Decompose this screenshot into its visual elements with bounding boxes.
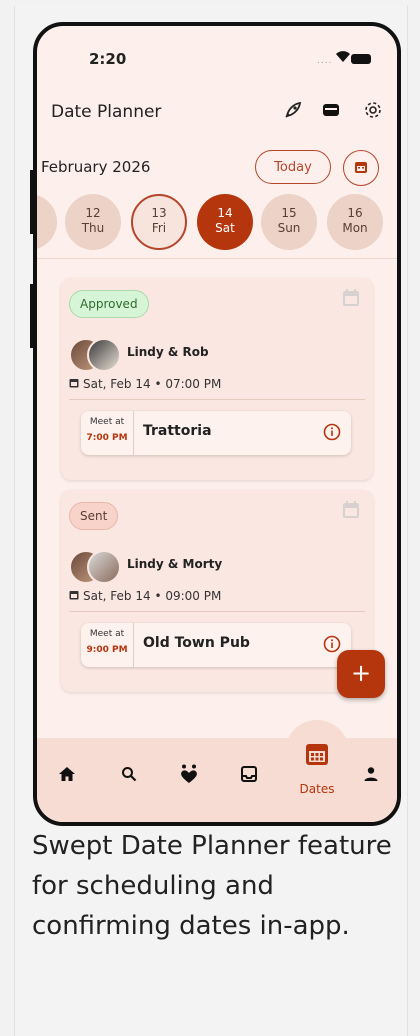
inbox-icon [240,765,258,787]
nav-dates-label[interactable]: Dates [287,782,347,796]
calendar-icon [69,377,79,391]
meet-time: 9:00 PM [86,645,128,655]
date-time: Sat, Feb 14 • 09:00 PM [69,589,221,603]
add-date-button[interactable]: + [337,650,385,698]
status-bar: 2:20 .... [37,26,397,86]
home-icon [58,766,76,786]
day-weekday: Sun [277,221,301,235]
nav-inbox[interactable] [235,764,263,788]
venue-row[interactable]: Meet at 7:00 PM Trattoria [81,411,351,455]
phone-screen: 2:20 .... Date Planner February 2026 Tod… [33,22,401,826]
add-to-calendar-icon[interactable] [341,288,361,312]
nav-matches[interactable] [175,764,203,788]
info-icon[interactable] [323,635,341,657]
date-time-text: Sat, Feb 14 • 07:00 PM [83,377,222,391]
day-weekday: Fri [151,221,167,235]
info-icon[interactable] [323,423,341,445]
date-time-text: Sat, Feb 14 • 09:00 PM [83,589,222,603]
screenshot-caption: Swept Date Planner feature for schedulin… [32,831,392,941]
nav-home[interactable] [53,764,81,788]
meet-label: Meet at [89,417,125,427]
day-chip-16[interactable]: 16 Mon [327,194,383,250]
wifi-icon [335,48,351,67]
status-badge: Approved [69,290,149,318]
day-weekday: Mon [342,221,368,235]
couple-avatars [69,548,121,584]
day-chip-14[interactable]: 14 Sat [197,194,253,250]
calendar-icon [69,589,79,603]
venue-name: Trattoria [143,423,212,439]
date-card[interactable]: Sent Lindy & Morty Sat, Feb 14 • 09:00 P… [61,490,373,692]
divider [133,623,134,667]
status-time: 2:20 [89,50,127,68]
nav-dates[interactable] [303,744,331,768]
signal-dots: .... [317,56,333,66]
date-time: Sat, Feb 14 • 07:00 PM [69,377,221,391]
battery-icon [351,54,371,64]
divider [37,258,397,259]
venue-row[interactable]: Meet at 9:00 PM Old Town Pub [81,623,351,667]
hearts-icon [178,763,200,789]
month-label: February 2026 [41,158,151,176]
bottom-nav: Dates [37,720,397,822]
gear-icon[interactable] [361,98,385,122]
day-weekday: Thu [81,221,105,235]
day-number: 13 [151,206,167,220]
divider [69,399,365,400]
couple-names: Lindy & Morty [127,557,223,571]
day-number: 12 [85,206,101,220]
day-number: 16 [347,206,363,220]
avatar [87,338,121,372]
dates-icon [304,741,330,771]
day-chip-15[interactable]: 15 Sun [261,194,317,250]
avatar [87,550,121,584]
venue-name: Old Town Pub [143,635,250,651]
day-weekday: Sat [215,221,235,235]
rocket-icon[interactable] [281,98,305,122]
nav-profile[interactable] [357,764,385,788]
calendar-picker-button[interactable] [343,150,379,186]
profile-icon [363,766,379,786]
add-to-calendar-icon[interactable] [341,500,361,524]
divider [133,411,134,455]
day-chip-partial[interactable] [37,194,57,250]
screenshot-frame: 2:20 .... Date Planner February 2026 Tod… [0,0,420,1036]
page-title: Date Planner [51,102,162,122]
divider [69,611,365,612]
day-chip-13[interactable]: 13 Fri [131,194,187,250]
couple-avatars [69,336,121,372]
nav-search[interactable] [115,764,143,788]
date-card[interactable]: Approved Lindy & Rob Sat, Feb 14 • 07:00… [61,278,373,480]
status-badge: Sent [69,502,119,530]
day-chip-12[interactable]: 12 Thu [65,194,121,250]
calendar-icon [354,159,368,178]
day-number: 14 [217,206,233,220]
search-icon [121,766,137,786]
wallet-icon[interactable] [319,98,343,122]
day-number: 15 [281,206,297,220]
meet-time: 7:00 PM [86,433,128,443]
meet-label: Meet at [89,629,125,639]
couple-names: Lindy & Rob [127,345,209,359]
today-button[interactable]: Today [255,150,331,184]
